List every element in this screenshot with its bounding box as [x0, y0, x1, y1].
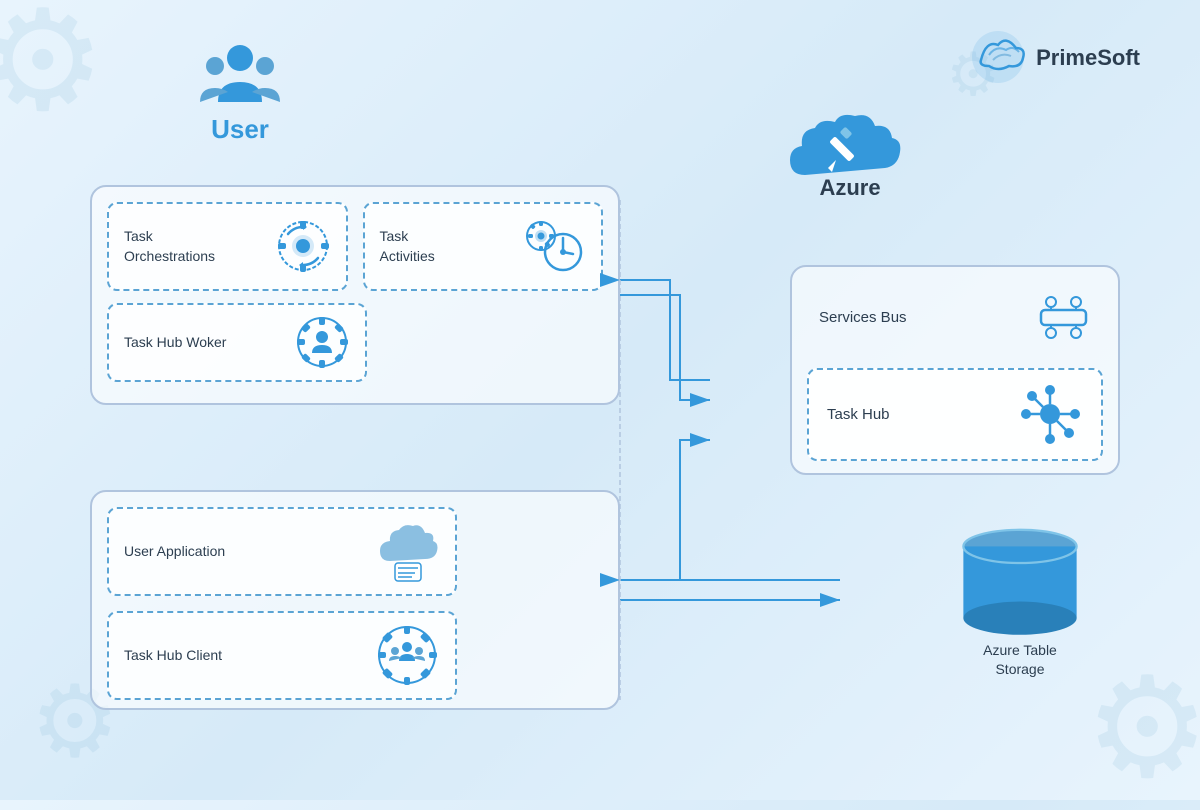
azure-storage-icon — [920, 520, 1120, 641]
azure-table-storage-box: Azure Table Storage — [920, 520, 1120, 680]
task-activities-icon — [521, 214, 586, 279]
logo: PrimeSoft — [971, 30, 1140, 85]
storage-label: Azure Table Storage — [983, 641, 1057, 680]
client-box: User Application Task Hub Client — [90, 490, 620, 710]
task-activities-label: Task Activities — [380, 227, 435, 266]
task-orchestrations-box: Task Orchestrations — [107, 202, 348, 291]
task-hub-client-icon — [375, 623, 440, 688]
services-bus-row: Services Bus — [807, 282, 1103, 353]
task-orchestrations-label: Task Orchestrations — [124, 227, 215, 266]
services-bus-label: Services Bus — [819, 309, 907, 326]
task-hub-client-box: Task Hub Client — [107, 611, 457, 700]
durable-functions-box: Task Orchestrations Task Activities — [90, 185, 620, 405]
task-hub-label: Task Hub — [827, 406, 890, 423]
user-application-icon — [375, 519, 440, 584]
azure-label: Azure — [819, 175, 880, 201]
user-icon — [200, 40, 280, 110]
services-bus-icon — [1036, 290, 1091, 345]
task-hub-icon — [1018, 382, 1083, 447]
task-hub-worker-box: Task Hub Woker — [107, 303, 367, 382]
user-label: User — [211, 114, 269, 145]
task-activities-box: Task Activities — [363, 202, 604, 291]
user-application-box: User Application — [107, 507, 457, 596]
user-application-label: User Application — [124, 542, 225, 562]
task-hub-worker-icon — [295, 315, 350, 370]
azure-services-box: Services Bus Task Hub — [790, 265, 1120, 475]
task-orchestrations-icon — [276, 219, 331, 274]
azure-section: Azure — [780, 100, 920, 201]
logo-icon — [971, 30, 1026, 85]
user-section: User — [200, 40, 280, 145]
task-hub-client-label: Task Hub Client — [124, 646, 222, 666]
task-hub-inner-box: Task Hub — [807, 368, 1103, 461]
gear-decoration-tl: ⚙ — [0, 0, 106, 143]
task-hub-worker-label: Task Hub Woker — [124, 333, 226, 353]
logo-text: PrimeSoft — [1036, 45, 1140, 71]
durable-top-row: Task Orchestrations Task Activities — [107, 202, 603, 291]
